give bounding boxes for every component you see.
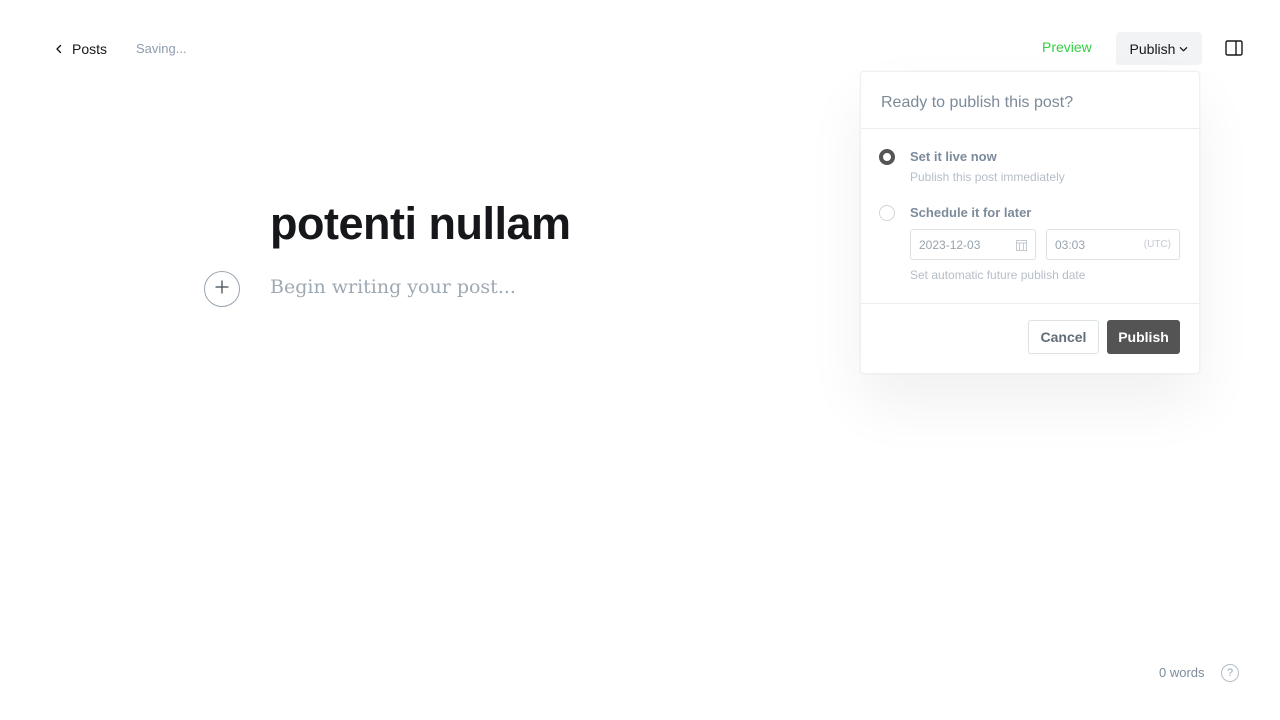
publish-dropdown-panel: Ready to publish this post? Set it live … [860,71,1200,374]
preview-button[interactable]: Preview [1042,39,1092,55]
chevron-left-icon [54,41,64,57]
back-link-label: Posts [72,41,108,57]
option-description: Publish this post immediately [910,170,1065,184]
panel-divider [861,303,1199,304]
word-count: 0 words [1159,665,1205,680]
calendar-icon[interactable] [1016,239,1027,251]
back-to-posts-link[interactable]: Posts [54,39,107,59]
chevron-down-icon [1179,41,1188,57]
schedule-time-value: 03:03 [1055,238,1086,252]
publish-menu-button[interactable]: Publish [1116,32,1202,65]
save-status: Saving... [136,41,187,56]
publish-panel-heading: Ready to publish this post? [861,72,1199,129]
timezone-label: (UTC) [1143,239,1171,250]
post-body-placeholder[interactable]: Begin writing your post... [270,276,516,298]
schedule-date-field[interactable]: 2023-12-03 [910,229,1036,260]
add-card-button[interactable] [204,271,240,307]
schedule-date-value: 2023-12-03 [919,238,981,252]
schedule-description: Set automatic future publish date [910,268,1086,282]
sidebar-toggle-icon[interactable] [1224,39,1244,57]
schedule-time-field[interactable]: 03:03 (UTC) [1046,229,1180,260]
cancel-button[interactable]: Cancel [1028,320,1099,354]
plus-icon [214,279,230,300]
publish-menu-label: Publish [1129,40,1176,57]
help-icon[interactable]: ? [1221,664,1239,682]
option-label: Schedule it for later [910,205,1032,220]
post-title[interactable]: potenti nullam [270,198,571,250]
confirm-publish-button[interactable]: Publish [1107,320,1180,354]
radio-set-live-now[interactable] [879,149,895,165]
option-label: Set it live now [910,149,997,164]
radio-schedule-later[interactable] [879,205,895,221]
